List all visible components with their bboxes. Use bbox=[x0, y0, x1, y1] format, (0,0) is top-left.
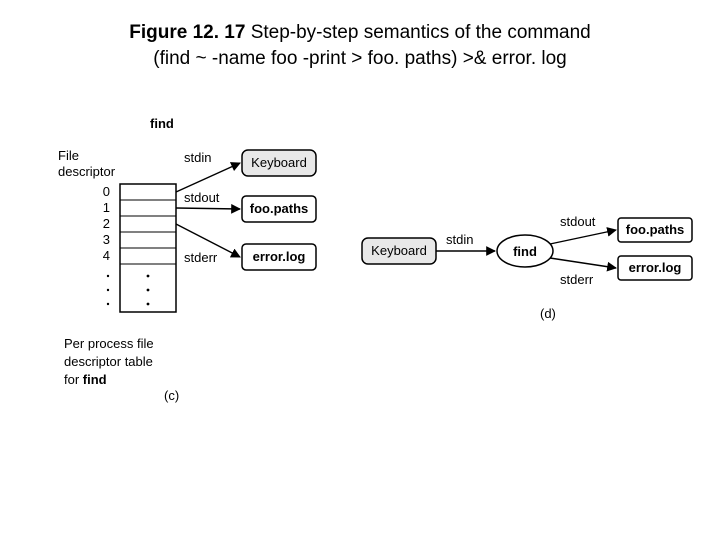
find-node-label: find bbox=[513, 244, 537, 259]
arrow-stdin-c bbox=[176, 163, 240, 192]
fd-num: 4 bbox=[103, 248, 110, 263]
keyboard-label-d: Keyboard bbox=[371, 243, 427, 258]
fd-num: 0 bbox=[103, 184, 110, 199]
fd-caption-1: Per process file bbox=[64, 336, 154, 351]
arrow-stderr-d bbox=[550, 258, 616, 268]
fd-caption-2: descriptor table bbox=[64, 354, 153, 369]
process-header: find bbox=[150, 116, 174, 131]
keyboard-label-c: Keyboard bbox=[251, 155, 307, 170]
stdout-label-c: stdout bbox=[184, 190, 220, 205]
errorlog-label-d: error.log bbox=[629, 260, 682, 275]
fd-label-1: File bbox=[58, 148, 79, 163]
fd-label-2: descriptor bbox=[58, 164, 116, 179]
fd-table: 0 1 2 3 4 bbox=[103, 184, 176, 312]
panel-c: File descriptor find 0 1 2 3 4 bbox=[58, 116, 316, 403]
arrow-stdout-d bbox=[550, 230, 616, 244]
stderr-label-c: stderr bbox=[184, 250, 218, 265]
arrow-stdout-c bbox=[176, 208, 240, 209]
fd-num: 1 bbox=[103, 200, 110, 215]
panel-d: Keyboard find stdin foo.paths error.log … bbox=[362, 214, 692, 321]
stdin-label-c: stdin bbox=[184, 150, 211, 165]
stderr-label-d: stderr bbox=[560, 272, 594, 287]
errorlog-label-c: error.log bbox=[253, 249, 306, 264]
stdin-label-d: stdin bbox=[446, 232, 473, 247]
foopaths-label-d: foo.paths bbox=[626, 222, 685, 237]
fd-num: 2 bbox=[103, 216, 110, 231]
foopaths-label-c: foo.paths bbox=[250, 201, 309, 216]
fd-num: 3 bbox=[103, 232, 110, 247]
panel-d-sub: (d) bbox=[540, 306, 556, 321]
panel-c-sub: (c) bbox=[164, 388, 179, 403]
stdout-label-d: stdout bbox=[560, 214, 596, 229]
diagram-canvas: File descriptor find 0 1 2 3 4 bbox=[0, 0, 720, 540]
fd-caption-3: for find bbox=[64, 372, 107, 387]
